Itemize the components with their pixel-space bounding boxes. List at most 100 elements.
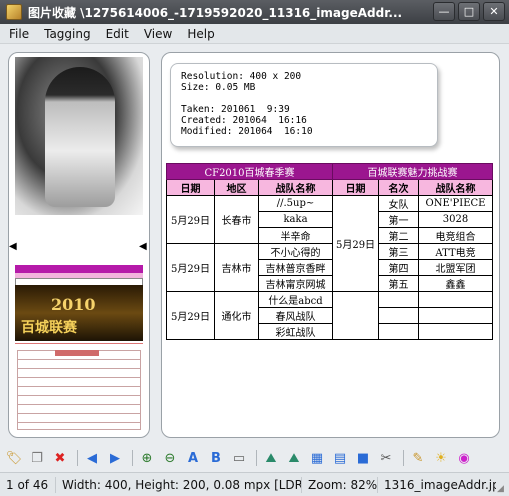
status-zoom: Zoom: 82% — [302, 476, 378, 493]
cell-team: //.5up~ — [257, 195, 334, 212]
info-resolution: Resolution: 400 x 200 — [181, 71, 302, 82]
delete-icon[interactable]: ✖ — [50, 448, 70, 468]
selection-right-arrow-icon: ◀ — [139, 241, 147, 252]
title-bar: 图片收藏 \1275614006_-1719592020_11316_image… — [0, 0, 509, 24]
toolbar: 🏷 ❐ ✖ ◀ ▶ ⊕ ⊖ A B ▭ ⛰ ⛰ ▦ ▤ ■ ✂ ✎ ☀ ◉ — [0, 446, 509, 470]
cell-date: 5月29日 — [166, 291, 215, 340]
col-header: 日期 — [332, 179, 380, 196]
crop-icon[interactable]: ■ — [353, 448, 373, 468]
chart2-icon[interactable]: ⛰ — [284, 448, 304, 468]
text-a-icon[interactable]: A — [183, 448, 203, 468]
menu-bar: File Tagging Edit View Help — [0, 24, 509, 44]
cell-rank: 第五 — [378, 275, 420, 292]
thumbnail-document[interactable] — [15, 343, 143, 433]
image-icon[interactable]: ▦ — [307, 448, 327, 468]
image-view-pane[interactable]: Resolution: 400 x 200 Size: 0.05 MB Take… — [161, 52, 500, 438]
cell-empty — [378, 307, 420, 324]
status-bar: 1 of 46 Width: 400, Height: 200, 0.08 mp… — [0, 472, 509, 496]
doc-title-bar — [55, 350, 99, 356]
group-left-title: CF2010百城春季赛 — [165, 163, 334, 180]
text-b-icon[interactable]: B — [206, 448, 226, 468]
cell-empty — [418, 307, 494, 324]
cell-team: ONE'PIECE — [418, 195, 494, 212]
window-title: 图片收藏 \1275614006_-1719592020_11316_image… — [28, 5, 403, 20]
cell-team: 彩虹战队 — [257, 323, 334, 340]
photo-figure — [45, 67, 115, 207]
info-created: Created: 2010⁠6⁠4 16:16 — [181, 115, 307, 126]
close-button[interactable]: ✕ — [483, 2, 505, 21]
table-row: 5月29日 吉林市 不小心得的 第三 ATT电竞 — [166, 243, 494, 292]
cut-icon[interactable]: ✂ — [376, 448, 396, 468]
maximize-button[interactable]: □ — [458, 2, 480, 21]
minimize-button[interactable]: — — [433, 2, 455, 21]
cell-team: 不小心得的 — [257, 243, 334, 260]
col-header: 战队名称 — [257, 179, 334, 196]
resize-grip-icon[interactable]: ◢ — [497, 484, 507, 494]
zoom-out-icon[interactable]: ⊖ — [160, 448, 180, 468]
image-info-box: Resolution: 400 x 200 Size: 0.05 MB Take… — [170, 63, 438, 147]
menu-view[interactable]: View — [138, 27, 178, 41]
cell-team: 半辛命 — [257, 227, 334, 244]
cell-empty — [378, 291, 420, 308]
info-taken: Taken: 2010⁠6⁠1 9:39 — [181, 104, 290, 115]
col-header: 战队名称 — [418, 179, 494, 196]
cell-team: 春风战队 — [257, 307, 334, 324]
menu-tagging[interactable]: Tagging — [38, 27, 97, 41]
cell-empty — [418, 323, 494, 340]
zoom-in-icon[interactable]: ⊕ — [137, 448, 157, 468]
cell-team: 吉林普京香畔 — [257, 259, 334, 276]
cell-team: kaka — [257, 211, 334, 228]
col-header: 地区 — [214, 179, 259, 196]
tag-icon[interactable]: 🏷 — [4, 448, 24, 468]
cell-date: 5月29日 — [332, 195, 380, 292]
status-dimensions: Width: 400, Height: 200, 0.08 mpx [LDR] — [56, 476, 302, 493]
doc-rows — [17, 350, 141, 430]
cell-empty — [332, 291, 380, 340]
info-size: Size: 0.05 MB — [181, 82, 256, 93]
cell-rank: 第三 — [378, 243, 420, 260]
copy-icon[interactable]: ❐ — [27, 448, 47, 468]
status-filename: 1316_imageAddr.jpg — [384, 477, 496, 492]
cell-team: 吉林甯京网城 — [257, 275, 334, 292]
cell-team: 电竞组合 — [418, 227, 494, 244]
cell-rank: 女队 — [378, 195, 420, 212]
info-modified: Modified: 2010⁠6⁠4 16:10 — [181, 126, 313, 137]
table-row: 5月29日 通化市 什么是abcd — [166, 291, 494, 340]
cell-team: 3028 — [418, 211, 494, 228]
chart-icon[interactable]: ⛰ — [261, 448, 281, 468]
col-header: 名次 — [378, 179, 420, 196]
menu-help[interactable]: Help — [181, 27, 220, 41]
menu-file[interactable]: File — [3, 27, 35, 41]
banner-subtitle: 百城联赛 — [21, 320, 77, 336]
wand-icon[interactable]: ✎ — [408, 448, 428, 468]
app-icon — [6, 4, 22, 20]
banner-year: 2010 — [51, 295, 96, 314]
cell-rank: 第四 — [378, 259, 420, 276]
thumbnail-pane[interactable]: ◀ ◀ 2010 百城联赛 — [8, 52, 150, 438]
cell-region: 吉林市 — [214, 243, 259, 292]
table-row: 5月29日 长春市 //.5up~ 5月29日 女队 ONE'PIECE — [166, 195, 494, 292]
menu-edit[interactable]: Edit — [100, 27, 135, 41]
screen-icon[interactable]: ▭ — [229, 448, 249, 468]
col-header: 日期 — [166, 179, 215, 196]
group-right-title: 百城联赛魅力挑战赛 — [332, 163, 494, 180]
status-page: 1 of 46 — [0, 476, 56, 493]
cell-rank: 第一 — [378, 211, 420, 228]
cell-region: 通化市 — [214, 291, 259, 340]
cell-team: 鑫鑫 — [418, 275, 494, 292]
next-icon[interactable]: ▶ — [105, 448, 125, 468]
color-icon[interactable]: ◉ — [454, 448, 474, 468]
displayed-image-table: CF2010百城春季赛 百城联赛魅力挑战赛 日期 地区 战队名称 日期 名次 战… — [165, 163, 494, 340]
thumbnail-photo[interactable] — [15, 57, 143, 215]
cell-date: 5月29日 — [166, 243, 215, 292]
film-icon[interactable]: ▤ — [330, 448, 350, 468]
bulb-icon[interactable]: ☀ — [431, 448, 451, 468]
cell-empty — [418, 291, 494, 308]
prev-icon[interactable]: ◀ — [82, 448, 102, 468]
cell-empty — [378, 323, 420, 340]
cell-team: 北盟军团 — [418, 259, 494, 276]
cell-team: ATT电竞 — [418, 243, 494, 260]
cell-rank: 第二 — [378, 227, 420, 244]
thumbnail-banner[interactable]: 2010 百城联赛 — [15, 285, 143, 341]
cell-date: 5月29日 — [166, 195, 215, 244]
